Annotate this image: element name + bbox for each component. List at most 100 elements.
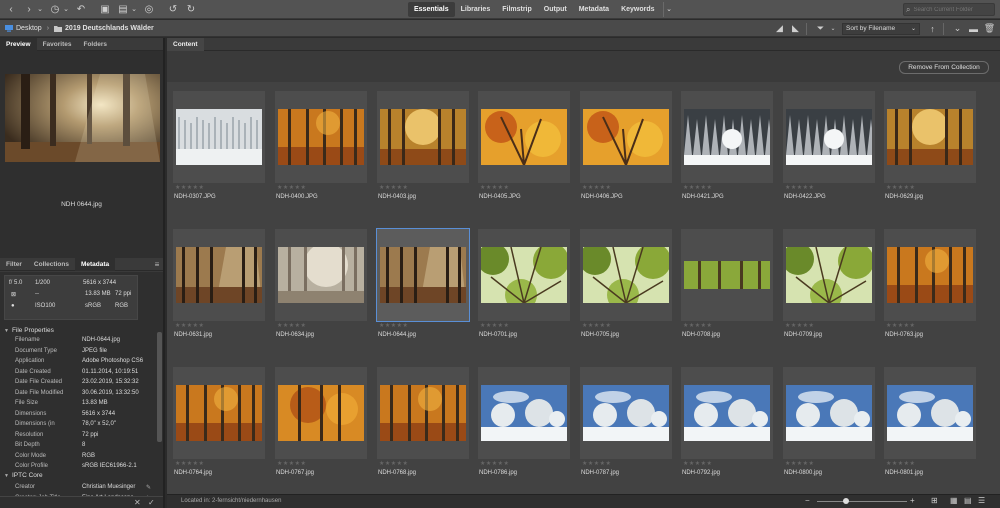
- thumbnail-image[interactable]: [684, 109, 770, 165]
- thumbnail-cell[interactable]: [580, 367, 672, 459]
- zoom-out-icon[interactable]: −: [805, 496, 810, 505]
- refine-icon[interactable]: ▤: [116, 2, 130, 16]
- rating-stars[interactable]: ★★★★★: [582, 322, 611, 329]
- filter-chevron-icon[interactable]: ⌄: [830, 22, 836, 35]
- thumbnail-cell[interactable]: [173, 229, 265, 321]
- tab-content[interactable]: Content: [167, 38, 204, 51]
- thumbnail-cell[interactable]: [376, 228, 470, 322]
- thumbnail-cell[interactable]: [783, 91, 875, 183]
- thumbnail-image[interactable]: [583, 109, 669, 165]
- camera-icon[interactable]: ▣: [98, 2, 112, 16]
- rotate-left-icon[interactable]: ↺: [166, 2, 180, 16]
- view-details-icon[interactable]: ▤: [964, 496, 972, 505]
- workspace-keywords[interactable]: Keywords: [615, 2, 660, 17]
- thumbnail-cell[interactable]: [275, 91, 367, 183]
- thumbnail-cell[interactable]: [580, 229, 672, 321]
- thumbnail-cell[interactable]: [478, 229, 570, 321]
- forward-icon[interactable]: ›: [22, 2, 36, 16]
- thumbnail-image[interactable]: [481, 109, 567, 165]
- thumbnail-cell[interactable]: [377, 367, 469, 459]
- thumbnail-image[interactable]: [583, 385, 669, 441]
- workspace-more-chevron-icon[interactable]: ⌄: [662, 2, 675, 17]
- thumbnail-image[interactable]: [481, 247, 567, 303]
- workspace-metadata[interactable]: Metadata: [573, 2, 615, 17]
- rating-stars[interactable]: ★★★★★: [886, 184, 915, 191]
- thumbnail-image[interactable]: [583, 247, 669, 303]
- workspace-output[interactable]: Output: [538, 2, 573, 17]
- rating-stars[interactable]: ★★★★★: [277, 184, 306, 191]
- thumbnail-cell[interactable]: [884, 91, 976, 183]
- thumbnail-image[interactable]: [887, 247, 973, 303]
- thumbnail-image[interactable]: [887, 109, 973, 165]
- workspace-libraries[interactable]: Libraries: [455, 2, 497, 17]
- rating-stars[interactable]: ★★★★★: [480, 460, 509, 467]
- thumbnail-cell[interactable]: [173, 367, 265, 459]
- recent-history-icon[interactable]: ◷: [48, 2, 62, 16]
- thumbnail-cell[interactable]: [783, 367, 875, 459]
- back-icon[interactable]: ‹: [4, 2, 18, 16]
- thumbnail-image[interactable]: [481, 385, 567, 441]
- sort-ascending-icon[interactable]: ↑: [926, 22, 939, 35]
- thumbnail-cell[interactable]: [580, 91, 672, 183]
- thumbnail-cell[interactable]: [681, 229, 773, 321]
- rating-stars[interactable]: ★★★★★: [175, 184, 204, 191]
- rating-stars[interactable]: ★★★★★: [277, 460, 306, 467]
- trash-icon[interactable]: 🗑: [983, 22, 996, 35]
- breadcrumb-folder[interactable]: 2019 Deutschlands Wälder: [65, 25, 154, 32]
- thumbnail-cell[interactable]: [377, 91, 469, 183]
- panel-menu-icon[interactable]: ≡: [151, 258, 163, 270]
- tab-filter[interactable]: Filter: [0, 258, 28, 271]
- rating-stars[interactable]: ★★★★★: [379, 184, 408, 191]
- thumbnail-image[interactable]: [684, 385, 770, 441]
- thumbnail-image[interactable]: [380, 109, 466, 165]
- thumbnail-cell[interactable]: [681, 91, 773, 183]
- thumbnail-image[interactable]: [380, 385, 466, 441]
- thumbnail-cell[interactable]: [173, 91, 265, 183]
- thumbnail-cell[interactable]: [783, 229, 875, 321]
- thumbnail-cell[interactable]: [478, 91, 570, 183]
- thumbnail-image[interactable]: [380, 247, 466, 303]
- thumbnail-image[interactable]: [887, 385, 973, 441]
- rating-stars[interactable]: ★★★★★: [480, 184, 509, 191]
- close-icon[interactable]: ✕: [134, 498, 141, 507]
- thumbnail-cell[interactable]: [478, 367, 570, 459]
- search-input[interactable]: [910, 6, 991, 13]
- rating-stars[interactable]: ★★★★★: [277, 322, 306, 329]
- sort-dropdown[interactable]: Sort by Filename ⌄: [842, 22, 920, 35]
- tab-metadata[interactable]: Metadata: [74, 258, 116, 271]
- chevron-down-icon[interactable]: ⌄: [130, 2, 138, 16]
- tab-folders[interactable]: Folders: [77, 38, 112, 51]
- preview-image[interactable]: [5, 74, 160, 162]
- thumbnail-image[interactable]: [278, 247, 364, 303]
- chevron-down-icon[interactable]: ⌄: [62, 2, 70, 16]
- workspace-filmstrip[interactable]: Filmstrip: [496, 2, 538, 17]
- rotate-right-icon[interactable]: ↻: [184, 2, 198, 16]
- rating-stars[interactable]: ★★★★★: [683, 184, 712, 191]
- metadata-scrollbar[interactable]: [157, 332, 162, 442]
- thumbnail-image[interactable]: [786, 109, 872, 165]
- rating-stars[interactable]: ★★★★★: [785, 322, 814, 329]
- chevron-down-icon[interactable]: ⌄: [36, 2, 44, 16]
- open-recent-icon[interactable]: ⌄: [951, 22, 964, 35]
- rating-stars[interactable]: ★★★★★: [683, 322, 712, 329]
- rating-stars[interactable]: ★★★★★: [379, 460, 408, 467]
- rating-stars[interactable]: ★★★★★: [785, 460, 814, 467]
- edit-pencil-icon[interactable]: ✎: [146, 484, 151, 491]
- tab-preview[interactable]: Preview: [0, 38, 37, 51]
- iptc-core-header[interactable]: ▼ IPTC Core: [0, 472, 157, 481]
- thumbnail-image[interactable]: [176, 109, 262, 165]
- remove-from-collection-button[interactable]: Remove From Collection: [899, 61, 989, 74]
- rating-stars[interactable]: ★★★★★: [785, 184, 814, 191]
- thumbnail-cell[interactable]: [884, 367, 976, 459]
- thumbnail-cell[interactable]: [681, 367, 773, 459]
- rating-filter-icon[interactable]: ◢: [773, 22, 786, 35]
- open-in-camera-raw-icon[interactable]: ◎: [142, 2, 156, 16]
- view-thumbnails-icon[interactable]: ▦: [950, 496, 958, 505]
- rating-stars[interactable]: ★★★★★: [175, 322, 204, 329]
- thumbnail-image[interactable]: [176, 385, 262, 441]
- view-list-icon[interactable]: ☰: [978, 496, 985, 505]
- slider-handle[interactable]: [843, 498, 849, 504]
- rating-stars[interactable]: ★★★★★: [480, 322, 509, 329]
- rating-stars[interactable]: ★★★★★: [582, 184, 611, 191]
- thumbnail-cell[interactable]: [275, 367, 367, 459]
